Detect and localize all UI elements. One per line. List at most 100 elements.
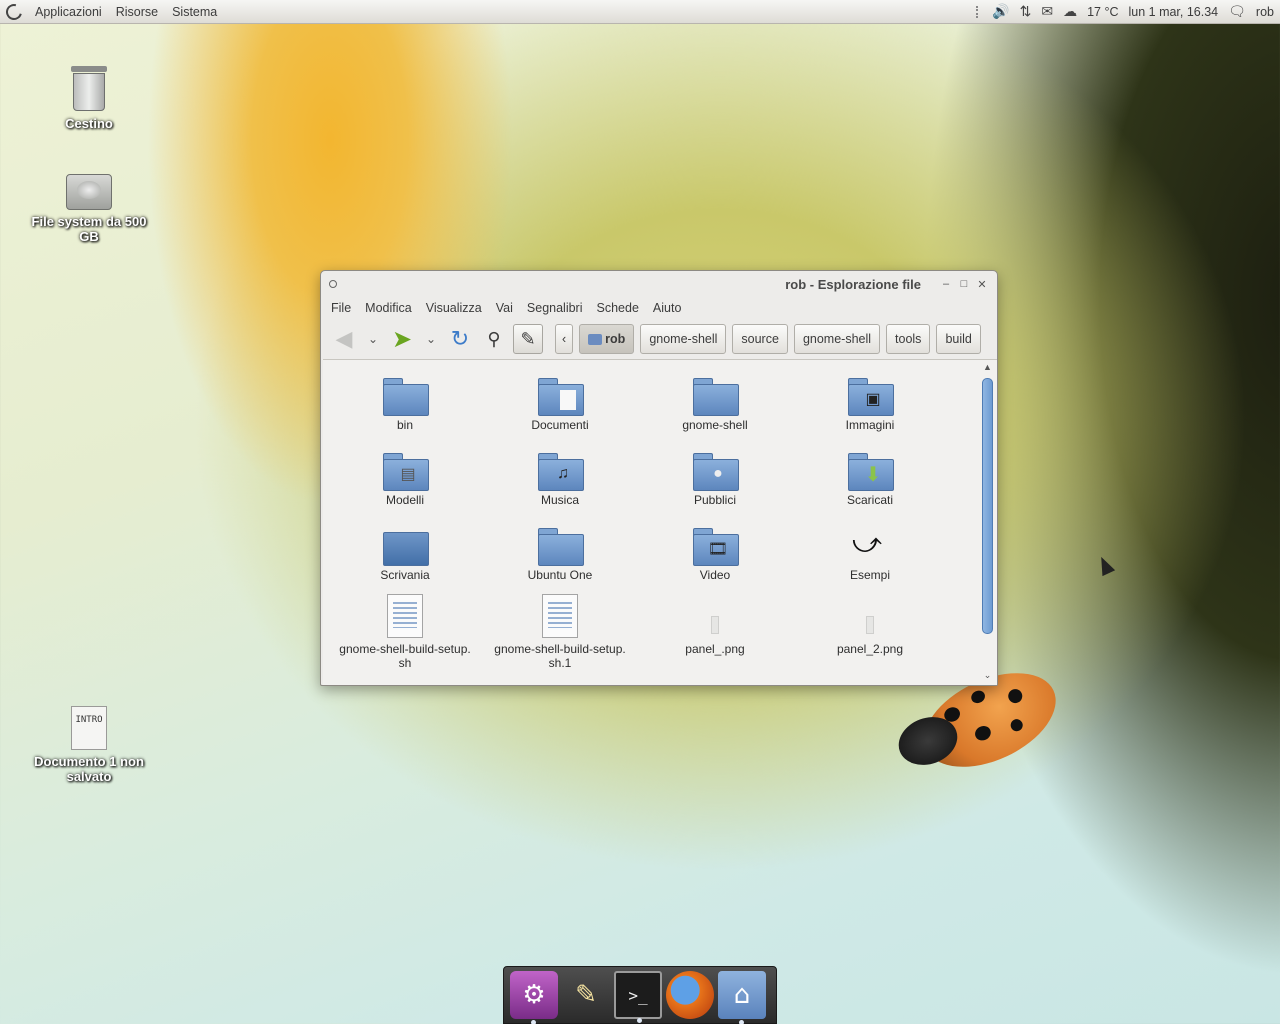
file-view[interactable]: bin Documenti gnome-shell ▣ Immagini ▤ M…	[323, 359, 997, 685]
file-item-panel-png[interactable]: panel_.png	[640, 594, 790, 656]
image-file-icon	[691, 594, 739, 640]
folder-public-icon: ●	[691, 451, 739, 491]
chat-icon[interactable]: 🗨	[1228, 3, 1246, 20]
menu-visualizza[interactable]: Visualizza	[419, 301, 489, 315]
title-bar[interactable]: rob - Esplorazione file – □ ✕	[321, 271, 997, 297]
symlink-arrow-icon: ⤻	[852, 526, 882, 558]
menu-modifica[interactable]: Modifica	[358, 301, 419, 315]
weather-icon[interactable]: ☁	[1063, 3, 1077, 20]
vertical-scrollbar[interactable]: ▲ ⌄	[980, 362, 995, 682]
maximize-icon[interactable]: □	[957, 278, 971, 290]
toolbar: ◀ ⌄ ➤ ⌄ ↻ ⚲ ✎ ‹ rob gnome-shell source g…	[321, 319, 997, 359]
menu-aiuto[interactable]: Aiuto	[646, 301, 689, 315]
file-item-musica[interactable]: ♫ Musica	[485, 451, 635, 507]
scroll-up-icon[interactable]: ▲	[980, 362, 995, 374]
file-item-video[interactable]: 🎞 Video	[640, 526, 790, 582]
forward-arrow-icon[interactable]: ➤	[387, 324, 417, 354]
menu-bar: File Modifica Visualizza Vai Segnalibri …	[321, 297, 997, 319]
text-file-icon	[381, 594, 429, 640]
minimize-icon[interactable]: –	[939, 278, 953, 290]
file-item-pubblici[interactable]: ● Pubblici	[640, 451, 790, 507]
file-item-label: Scrivania	[380, 568, 430, 582]
back-arrow-icon[interactable]: ◀	[329, 324, 359, 354]
file-item-build-setup-sh1[interactable]: gnome-shell-build-setup. sh.1	[485, 594, 635, 670]
terminal-icon[interactable]: >_	[614, 971, 662, 1023]
desktop-icon-filesystem[interactable]: File system da 500 GB	[24, 174, 154, 244]
folder-desktop-icon	[381, 526, 429, 566]
mail-icon[interactable]: ✉	[1041, 3, 1053, 20]
folder-icon	[536, 526, 584, 566]
settings-icon[interactable]: ⚙	[510, 971, 558, 1024]
file-item-scaricati[interactable]: ⬇ Scaricati	[795, 451, 945, 507]
file-item-modelli[interactable]: ▤ Modelli	[330, 451, 480, 507]
network-icon[interactable]: ⇅	[1020, 3, 1032, 20]
file-item-bin[interactable]: bin	[330, 376, 480, 432]
file-manager-window[interactable]: rob - Esplorazione file – □ ✕ File Modif…	[320, 270, 998, 686]
back-history-chevron-icon[interactable]: ⌄	[363, 332, 383, 346]
scroll-down-icon[interactable]: ⌄	[980, 670, 995, 682]
breadcrumb-item-gnome-shell[interactable]: gnome-shell	[640, 324, 727, 354]
breadcrumb-item-tools[interactable]: tools	[886, 324, 931, 354]
text-document-icon: INTRO	[71, 706, 107, 750]
edit-location-icon[interactable]: ✎	[513, 324, 543, 354]
dock: ⚙ ✎ >_ ⌂	[503, 966, 777, 1024]
file-item-gnome-shell[interactable]: gnome-shell	[640, 376, 790, 432]
menu-risorse[interactable]: Risorse	[109, 0, 165, 23]
folder-pictures-icon: ▣	[846, 376, 894, 416]
breadcrumb-left-chevron-icon[interactable]: ‹	[555, 324, 574, 354]
file-item-panel2-png[interactable]: panel_2.png	[795, 594, 945, 656]
file-item-immagini[interactable]: ▣ Immagini	[795, 376, 945, 432]
file-item-label: Pubblici	[693, 493, 737, 507]
harddisk-icon	[66, 174, 112, 210]
menu-segnalibri[interactable]: Segnalibri	[520, 301, 590, 315]
volume-icon[interactable]: 🔊	[992, 3, 1009, 20]
menu-vai[interactable]: Vai	[489, 301, 520, 315]
window-title: rob - Esplorazione file	[785, 276, 921, 292]
file-item-label: Immagini	[845, 418, 895, 432]
file-item-label: Ubuntu One	[527, 568, 593, 582]
paint-icon[interactable]: ✎	[562, 971, 610, 1019]
folder-icon	[691, 376, 739, 416]
file-item-ubuntu-one[interactable]: Ubuntu One	[485, 526, 635, 582]
scrollbar-thumb[interactable]	[982, 378, 993, 634]
temperature-label[interactable]: 17 °C	[1087, 5, 1118, 19]
clock[interactable]: lun 1 mar, 16.34	[1128, 5, 1218, 19]
menu-file[interactable]: File	[324, 301, 358, 315]
breadcrumb: ‹ rob gnome-shell source gnome-shell too…	[555, 324, 981, 354]
firefox-icon[interactable]	[666, 971, 714, 1019]
close-icon[interactable]: ✕	[975, 278, 989, 291]
breadcrumb-item-gnome-shell-2[interactable]: gnome-shell	[793, 324, 881, 354]
folder-videos-icon: 🎞	[691, 526, 739, 566]
user-name[interactable]: rob	[1256, 5, 1274, 19]
file-item-scrivania[interactable]: Scrivania	[330, 526, 480, 582]
menu-schede[interactable]: Schede	[590, 301, 646, 315]
file-item-label-line2: sh.1	[548, 656, 572, 670]
file-item-label: Musica	[540, 493, 579, 507]
forward-history-chevron-icon[interactable]: ⌄	[421, 332, 441, 346]
breadcrumb-item-build[interactable]: build	[936, 324, 981, 354]
home-folder-icon	[588, 333, 603, 345]
file-item-documenti[interactable]: Documenti	[485, 376, 635, 432]
file-item-label: panel_.png	[685, 642, 745, 656]
distro-logo-icon[interactable]	[0, 0, 28, 24]
menu-sistema[interactable]: Sistema	[165, 0, 224, 23]
file-item-esempi[interactable]: ⤻ Esempi	[795, 526, 945, 583]
home-folder-icon[interactable]: ⌂	[718, 971, 766, 1024]
breadcrumb-item-source[interactable]: source	[732, 324, 788, 354]
desktop-icon-trash[interactable]: Cestino	[24, 66, 154, 131]
file-item-build-setup-sh[interactable]: gnome-shell-build-setup. sh	[330, 594, 480, 670]
menu-applicazioni[interactable]: Applicazioni	[28, 0, 109, 23]
reload-icon[interactable]: ↻	[445, 324, 475, 354]
file-item-label: Video	[699, 568, 731, 582]
file-item-label-line1: gnome-shell-build-setup.	[339, 642, 471, 656]
trash-icon	[71, 66, 107, 112]
breadcrumb-item-rob[interactable]: rob	[579, 324, 635, 354]
file-item-label-line1: gnome-shell-build-setup.	[494, 642, 626, 656]
desktop-icon-label: Cestino	[65, 116, 113, 131]
window-menu-icon[interactable]	[329, 280, 337, 288]
top-panel: Applicazioni Risorse Sistema 🔊 ⇅ ✉ ☁ 17 …	[0, 0, 1280, 24]
desktop-icon-document[interactable]: INTRO Documento 1 non salvato	[24, 706, 154, 784]
search-icon[interactable]: ⚲	[479, 324, 509, 354]
folder-music-icon: ♫	[536, 451, 584, 491]
folder-documents-icon	[536, 376, 584, 416]
